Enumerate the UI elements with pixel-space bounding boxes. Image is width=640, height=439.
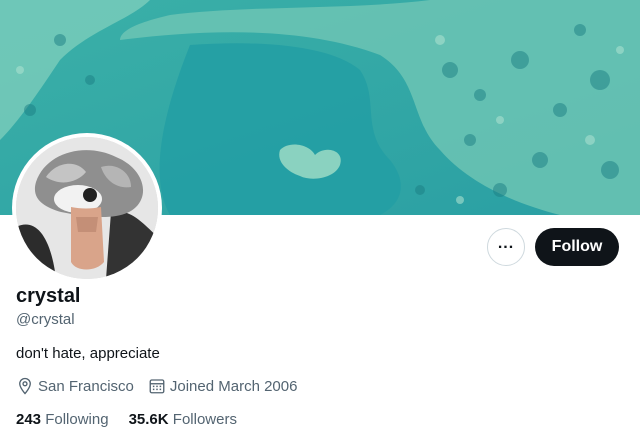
followers-count: 35.6K	[128, 411, 169, 428]
followers-link[interactable]: 35.6K Followers	[129, 411, 237, 428]
join-date-text: Joined March 2006	[169, 377, 298, 395]
follow-button[interactable]: Follow	[535, 228, 619, 266]
following-count: 243	[16, 411, 42, 428]
follow-stats: 243 Following 35.6K Followers	[16, 411, 257, 428]
more-options-button[interactable]: ...	[487, 228, 525, 266]
display-name: crystal	[16, 285, 81, 307]
join-date: Joined March 2006	[148, 377, 298, 395]
followers-label: Followers	[172, 411, 237, 428]
avatar[interactable]	[12, 133, 162, 283]
more-icon: ...	[497, 235, 515, 252]
profile-meta: San Francisco Joined March 2006	[16, 377, 311, 395]
user-handle: @crystal	[16, 311, 75, 328]
following-link[interactable]: 243 Following	[16, 411, 109, 428]
location: San Francisco	[16, 377, 134, 395]
location-pin-icon	[19, 377, 31, 395]
calendar-icon	[149, 379, 165, 394]
bio: don't hate, appreciate	[16, 345, 160, 362]
avatar-image	[16, 137, 158, 279]
following-label: Following	[45, 411, 109, 428]
location-text: San Francisco	[38, 377, 134, 395]
